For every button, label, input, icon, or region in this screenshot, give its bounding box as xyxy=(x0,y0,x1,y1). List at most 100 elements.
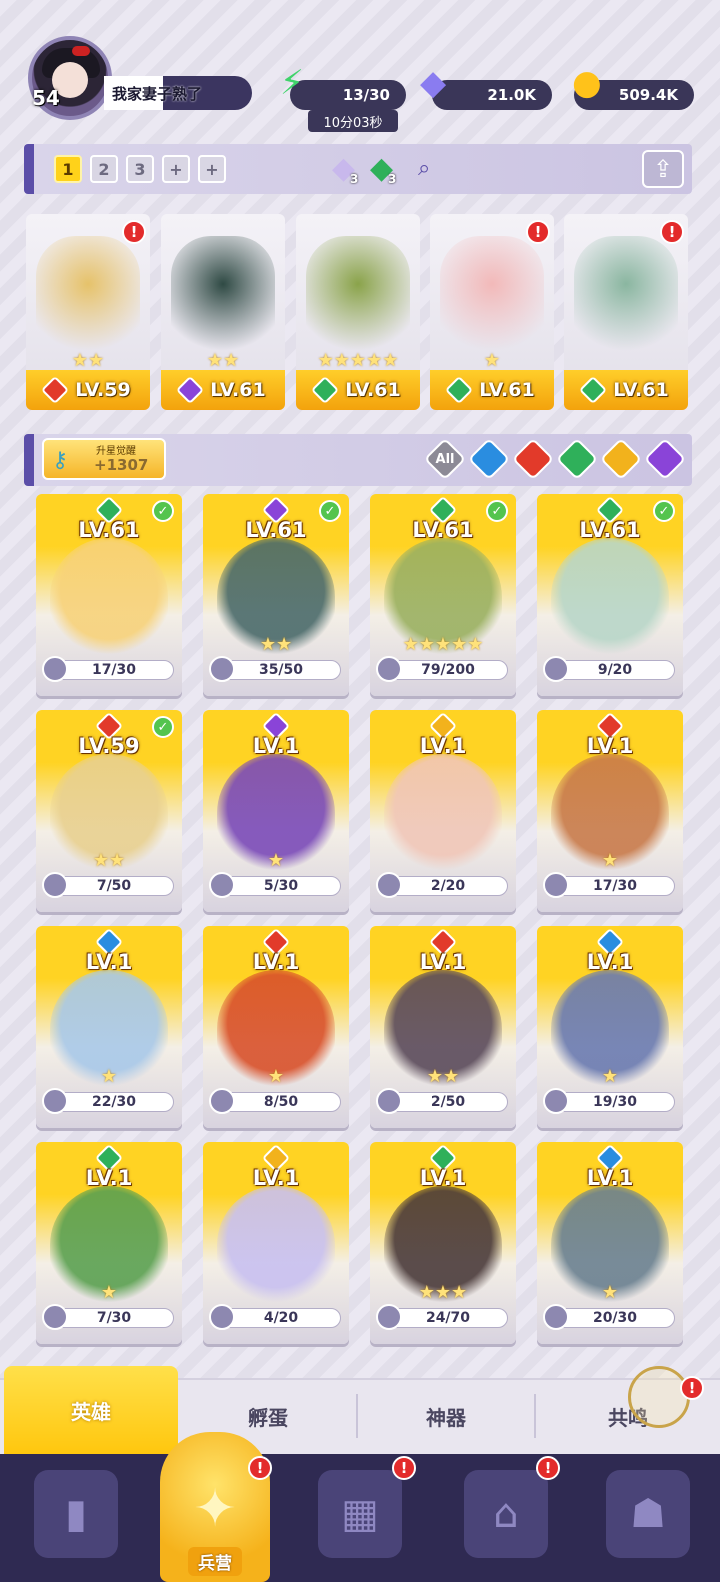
gold-coin-icon: ● xyxy=(572,63,602,103)
slot-level: LV.61 xyxy=(210,379,266,401)
hero-level: LV.1 xyxy=(252,950,300,974)
gem-counter[interactable]: 21.0K xyxy=(432,80,552,110)
check-icon: ✓ xyxy=(653,500,675,522)
hero-card[interactable]: LV.1 ★ 5/30 xyxy=(203,710,349,912)
star-rating: ★ xyxy=(601,1066,619,1087)
slot-level-bar: LV.59 xyxy=(26,370,150,410)
check-icon: ✓ xyxy=(486,500,508,522)
player-name-bar[interactable]: 我家妻子熟了 xyxy=(104,76,252,110)
hero-card[interactable]: LV.1 ★★ 2/50 xyxy=(370,926,516,1128)
element-icon xyxy=(311,375,340,405)
hero-card[interactable]: LV.61 17/30 ✓ xyxy=(36,494,182,696)
gold-value: 509.4K xyxy=(618,86,678,104)
shard-progress: 35/50 xyxy=(221,660,341,680)
nav-cards-icon[interactable]: ▮ xyxy=(34,1470,118,1558)
element-icon xyxy=(579,375,608,405)
hero-card[interactable]: LV.1 ★ 19/30 xyxy=(537,926,683,1128)
star-rating: ★★ xyxy=(92,850,126,871)
shard-progress: 22/30 xyxy=(54,1092,174,1112)
star-rating: ★★ xyxy=(71,350,105,371)
hero-card[interactable]: LV.61 9/20 ✓ xyxy=(537,494,683,696)
check-icon: ✓ xyxy=(319,500,341,522)
hero-level: LV.1 xyxy=(419,734,467,758)
hero-card[interactable]: LV.1 ★ 7/30 xyxy=(36,1142,182,1344)
slot-level: LV.61 xyxy=(345,379,401,401)
shard-icon xyxy=(376,872,402,898)
shard-progress: 19/30 xyxy=(555,1092,675,1112)
team-slot[interactable]: ★★ LV.59! xyxy=(26,214,150,410)
hero-portrait xyxy=(171,236,275,356)
check-icon: ✓ xyxy=(152,500,174,522)
shard-icon xyxy=(376,656,402,682)
energy-counter[interactable]: 13/30 xyxy=(290,80,406,110)
hero-card[interactable]: LV.61 ★★ 35/50 ✓ xyxy=(203,494,349,696)
hero-card[interactable]: LV.1 ★ 22/30 xyxy=(36,926,182,1128)
shard-progress: 8/50 xyxy=(221,1092,341,1112)
shard-progress: 2/50 xyxy=(388,1092,508,1112)
shard-progress: 2/20 xyxy=(388,876,508,896)
purple-crystal-count: 3 xyxy=(350,172,359,186)
tab-artifacts[interactable]: 神器 xyxy=(358,1378,534,1454)
shard-progress: 24/70 xyxy=(388,1308,508,1328)
slot-level: LV.61 xyxy=(479,379,535,401)
star-rating: ★★ xyxy=(426,1066,460,1087)
hero-card[interactable]: LV.1 4/20 xyxy=(203,1142,349,1344)
star-rating: ★★★ xyxy=(418,1282,468,1303)
energy-value: 13/30 xyxy=(342,86,390,104)
nav-map-icon[interactable]: ▦ xyxy=(318,1470,402,1558)
tab-heroes[interactable]: 英雄 xyxy=(4,1366,178,1454)
team-tab-1[interactable]: 1 xyxy=(54,155,82,183)
green-crystal-count: 3 xyxy=(388,172,397,186)
hero-portrait xyxy=(306,236,410,356)
star-rating: ★★★★★ xyxy=(402,634,484,655)
shard-icon xyxy=(376,1088,402,1114)
hero-card[interactable]: LV.1 ★ 20/30 xyxy=(537,1142,683,1344)
star-rating: ★ xyxy=(100,1066,118,1087)
hero-portrait xyxy=(440,236,544,356)
team-tab-3[interactable]: 3 xyxy=(126,155,154,183)
hero-level: LV.1 xyxy=(252,734,300,758)
slot-level: LV.61 xyxy=(613,379,669,401)
shard-progress: 20/30 xyxy=(555,1308,675,1328)
hero-card[interactable]: LV.1 ★★★ 24/70 xyxy=(370,1142,516,1344)
alert-badge: ! xyxy=(660,220,684,244)
nav-guild-icon[interactable]: ☗ xyxy=(606,1470,690,1558)
search-icon[interactable]: ⌕ xyxy=(418,156,430,181)
hero-card[interactable]: LV.1 2/20 xyxy=(370,710,516,912)
shard-progress: 7/50 xyxy=(54,876,174,896)
alert-badge: ! xyxy=(392,1456,416,1480)
hero-card[interactable]: LV.1 ★ 17/30 xyxy=(537,710,683,912)
hero-level: LV.1 xyxy=(252,1166,300,1190)
team-tab-2[interactable]: 2 xyxy=(90,155,118,183)
star-awaken-button[interactable]: ⚷ 升星觉醒 +1307 xyxy=(42,438,166,480)
share-icon[interactable]: ⇪ xyxy=(642,150,684,188)
team-tab-add-1[interactable]: + xyxy=(162,155,190,183)
star-rating: ★ xyxy=(267,850,285,871)
hero-level: LV.1 xyxy=(586,734,634,758)
energy-timer: 10分03秒 xyxy=(308,110,398,132)
team-tab-add-2[interactable]: + xyxy=(198,155,226,183)
star-rating: ★ xyxy=(601,1282,619,1303)
hero-card[interactable]: LV.1 ★ 8/50 xyxy=(203,926,349,1128)
sparkle-button[interactable] xyxy=(628,1366,690,1428)
hero-card[interactable]: LV.59 ★★ 7/50 ✓ xyxy=(36,710,182,912)
hero-level: LV.1 xyxy=(419,950,467,974)
shard-icon xyxy=(543,1304,569,1330)
star-rating: ★ xyxy=(483,350,501,371)
slot-level: LV.59 xyxy=(75,379,131,401)
hero-card[interactable]: LV.61 ★★★★★ 79/200 ✓ xyxy=(370,494,516,696)
team-slot[interactable]: LV.61! xyxy=(564,214,688,410)
team-slot[interactable]: ★ LV.61! xyxy=(430,214,554,410)
star-rating: ★ xyxy=(267,1066,285,1087)
element-icon xyxy=(445,375,474,405)
shard-icon xyxy=(209,872,235,898)
team-slot[interactable]: ★★ LV.61 xyxy=(161,214,285,410)
nav-barracks[interactable]: ✦ 兵营 xyxy=(160,1432,270,1582)
alert-badge: ! xyxy=(680,1376,704,1400)
player-name: 我家妻子熟了 xyxy=(112,84,203,103)
nav-shop-icon[interactable]: ⌂ xyxy=(464,1470,548,1558)
alert-badge: ! xyxy=(122,220,146,244)
team-slot[interactable]: ★★★★★ LV.61 xyxy=(296,214,420,410)
alert-badge: ! xyxy=(536,1456,560,1480)
shard-icon xyxy=(42,872,68,898)
